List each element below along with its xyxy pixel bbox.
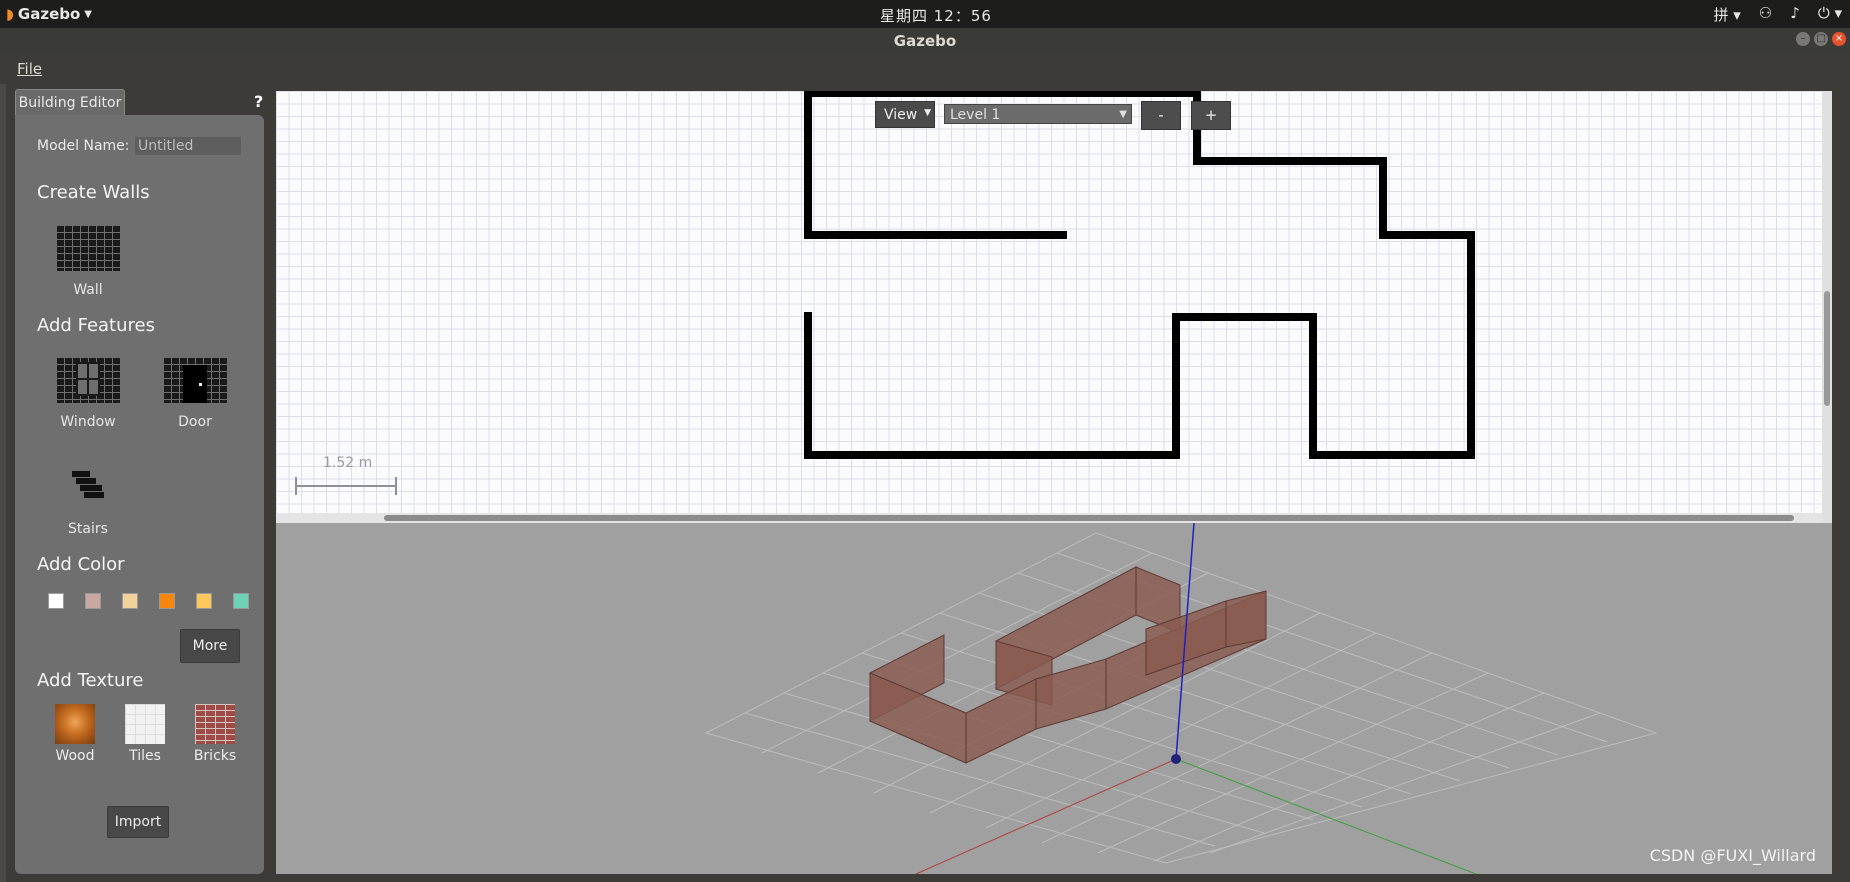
menu-file[interactable]: File <box>17 60 42 78</box>
chevron-down-icon: ▼ <box>924 108 931 118</box>
window-controls: – □ × <box>1796 32 1846 46</box>
3d-preview-viewport[interactable]: CSDN @FUXI_Willard <box>276 523 1832 874</box>
color-swatch-rose[interactable] <box>85 593 101 609</box>
more-colors-button[interactable]: More <box>180 629 240 663</box>
window-title-bar: Gazebo <box>0 28 1850 54</box>
maximize-icon[interactable]: □ <box>1814 32 1828 46</box>
wood-texture-icon <box>55 704 95 744</box>
view-dropdown[interactable]: View ▼ <box>875 101 935 128</box>
stairs-icon <box>56 465 120 505</box>
wall-tool[interactable]: Wall <box>48 225 128 298</box>
app-name: Gazebo <box>17 5 81 23</box>
scrollbar-thumb[interactable] <box>384 515 1794 521</box>
system-tray: 拼 ▾ ⚇ ♪ ⏻ ▾ <box>1713 4 1842 25</box>
floorplan-walls[interactable] <box>276 91 1822 513</box>
door-label: Door <box>178 414 212 430</box>
wall-icon <box>56 225 120 271</box>
input-method-label: 拼 <box>1713 6 1729 24</box>
stairs-label: Stairs <box>68 521 108 537</box>
input-method-icon[interactable]: 拼 ▾ <box>1713 4 1740 25</box>
color-swatches <box>48 593 249 609</box>
help-button[interactable]: ? <box>254 92 263 111</box>
color-swatch-orange[interactable] <box>159 593 175 609</box>
add-texture-header: Add Texture <box>37 670 144 691</box>
app-menu[interactable]: ◗ Gazebo ▼ <box>6 5 92 23</box>
power-icon[interactable]: ⏻ ▾ <box>1818 4 1842 25</box>
view-dropdown-label: View <box>884 107 918 123</box>
texture-bricks-label: Bricks <box>193 748 237 764</box>
remove-level-button[interactable]: - <box>1141 101 1181 130</box>
close-icon[interactable]: × <box>1832 32 1846 46</box>
add-color-header: Add Color <box>37 554 125 575</box>
minimize-icon[interactable]: – <box>1796 32 1810 46</box>
window-icon <box>56 357 120 403</box>
door-tool[interactable]: Door <box>155 357 235 430</box>
origin-marker <box>1171 754 1181 764</box>
gazebo-app-icon: ◗ <box>6 5 14 23</box>
texture-wood[interactable]: Wood <box>50 704 100 764</box>
vertical-scrollbar[interactable] <box>1822 91 1832 523</box>
texture-wood-label: Wood <box>55 748 95 764</box>
color-swatch-beige[interactable] <box>122 593 138 609</box>
3d-scene[interactable] <box>276 523 1832 874</box>
color-swatch-yellow[interactable] <box>196 593 212 609</box>
scale-label: 1.52 m <box>323 455 373 471</box>
tiles-texture-icon <box>125 704 165 744</box>
texture-tiles[interactable]: Tiles <box>120 704 170 764</box>
texture-tiles-label: Tiles <box>129 748 161 764</box>
add-features-header: Add Features <box>37 315 155 336</box>
volume-icon[interactable]: ♪ <box>1790 4 1800 25</box>
tab-building-editor[interactable]: Building Editor <box>15 89 125 116</box>
clock[interactable]: 星期四 12：56 <box>880 5 992 26</box>
import-button[interactable]: Import <box>107 806 169 838</box>
window-tool[interactable]: Window <box>48 357 128 430</box>
window-title: Gazebo <box>893 32 957 50</box>
network-icon[interactable]: ⚇ <box>1759 4 1772 25</box>
chevron-down-icon: ▼ <box>84 8 92 20</box>
model-name-input[interactable] <box>135 137 241 155</box>
color-swatch-teal[interactable] <box>233 593 249 609</box>
bricks-texture-icon <box>195 704 235 744</box>
door-icon <box>163 357 227 403</box>
system-top-bar: ◗ Gazebo ▼ 星期四 12：56 拼 ▾ ⚇ ♪ ⏻ ▾ <box>0 0 1850 28</box>
window-label: Window <box>60 414 116 430</box>
model-name-label: Model Name: <box>37 138 130 154</box>
add-level-button[interactable]: + <box>1191 101 1231 130</box>
level-dropdown[interactable]: Level 1 ▼ <box>944 104 1132 124</box>
horizontal-scrollbar[interactable] <box>276 513 1822 523</box>
wall-label: Wall <box>73 282 103 298</box>
level-dropdown-label: Level 1 <box>950 107 1001 123</box>
left-launcher-strip <box>0 84 6 882</box>
create-walls-header: Create Walls <box>37 182 150 203</box>
color-swatch-white[interactable] <box>48 593 64 609</box>
menu-bar: File <box>0 54 1850 84</box>
scrollbar-thumb[interactable] <box>1824 291 1830 406</box>
building-editor-panel: Model Name: Create Walls Wall Add Featur… <box>15 115 264 874</box>
wall-segment <box>804 91 1475 459</box>
x-axis-line <box>915 758 1177 874</box>
watermark: CSDN @FUXI_Willard <box>1649 846 1816 865</box>
floorplan-2d-editor[interactable] <box>276 91 1822 513</box>
stairs-tool[interactable]: Stairs <box>48 465 128 537</box>
y-axis-line <box>1175 758 1477 874</box>
chevron-down-icon: ▼ <box>1119 109 1127 120</box>
texture-bricks[interactable]: Bricks <box>190 704 240 764</box>
